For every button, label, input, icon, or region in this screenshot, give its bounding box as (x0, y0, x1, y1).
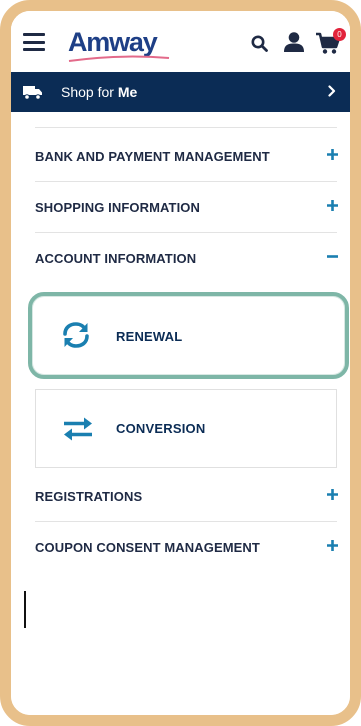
menu-item-coupon-consent[interactable]: COUPON CONSENT MANAGEMENT (35, 522, 339, 572)
shop-for-label: Shop for Me (61, 84, 138, 100)
menu-item-label: COUPON CONSENT MANAGEMENT (35, 540, 260, 555)
swap-arrows-icon (64, 417, 92, 441)
menu-item-label: ACCOUNT INFORMATION (35, 251, 197, 266)
conversion-label: CONVERSION (116, 421, 206, 436)
list-divider (35, 127, 337, 128)
menu-item-bank-payment[interactable]: BANK AND PAYMENT MANAGEMENT (35, 131, 339, 182)
shop-for-bar[interactable]: Shop for Me (11, 72, 350, 112)
text-cursor (24, 591, 26, 628)
menu-item-label: BANK AND PAYMENT MANAGEMENT (35, 149, 270, 164)
app-screen: Amway 0 Shop for Me BANK AND PAYMENT MAN… (11, 11, 350, 715)
chevron-right-icon (328, 85, 336, 97)
menu-item-label: SHOPPING INFORMATION (35, 200, 200, 215)
conversion-card[interactable]: CONVERSION (35, 389, 337, 468)
cart-count-badge: 0 (333, 28, 346, 41)
menu-item-shopping-info[interactable]: SHOPPING INFORMATION (35, 182, 339, 233)
menu-item-label: REGISTRATIONS (35, 489, 143, 504)
logo-swoosh (68, 55, 170, 62)
menu-icon[interactable] (23, 33, 45, 51)
device-frame: Amway 0 Shop for Me BANK AND PAYMENT MAN… (0, 0, 361, 726)
search-icon[interactable] (251, 35, 268, 52)
renewal-card[interactable]: RENEWAL (28, 292, 349, 379)
refresh-icon (63, 322, 89, 348)
menu-item-registrations[interactable]: REGISTRATIONS (35, 471, 339, 522)
truck-icon (23, 86, 42, 100)
plus-icon[interactable] (326, 148, 339, 161)
renewal-label: RENEWAL (116, 329, 183, 344)
plus-icon[interactable] (326, 539, 339, 552)
top-header: Amway 0 (11, 11, 350, 71)
plus-icon[interactable] (326, 488, 339, 501)
plus-icon[interactable] (326, 199, 339, 212)
user-icon[interactable] (283, 31, 305, 53)
minus-icon[interactable] (326, 250, 339, 263)
menu-item-account-info[interactable]: ACCOUNT INFORMATION (35, 233, 339, 283)
